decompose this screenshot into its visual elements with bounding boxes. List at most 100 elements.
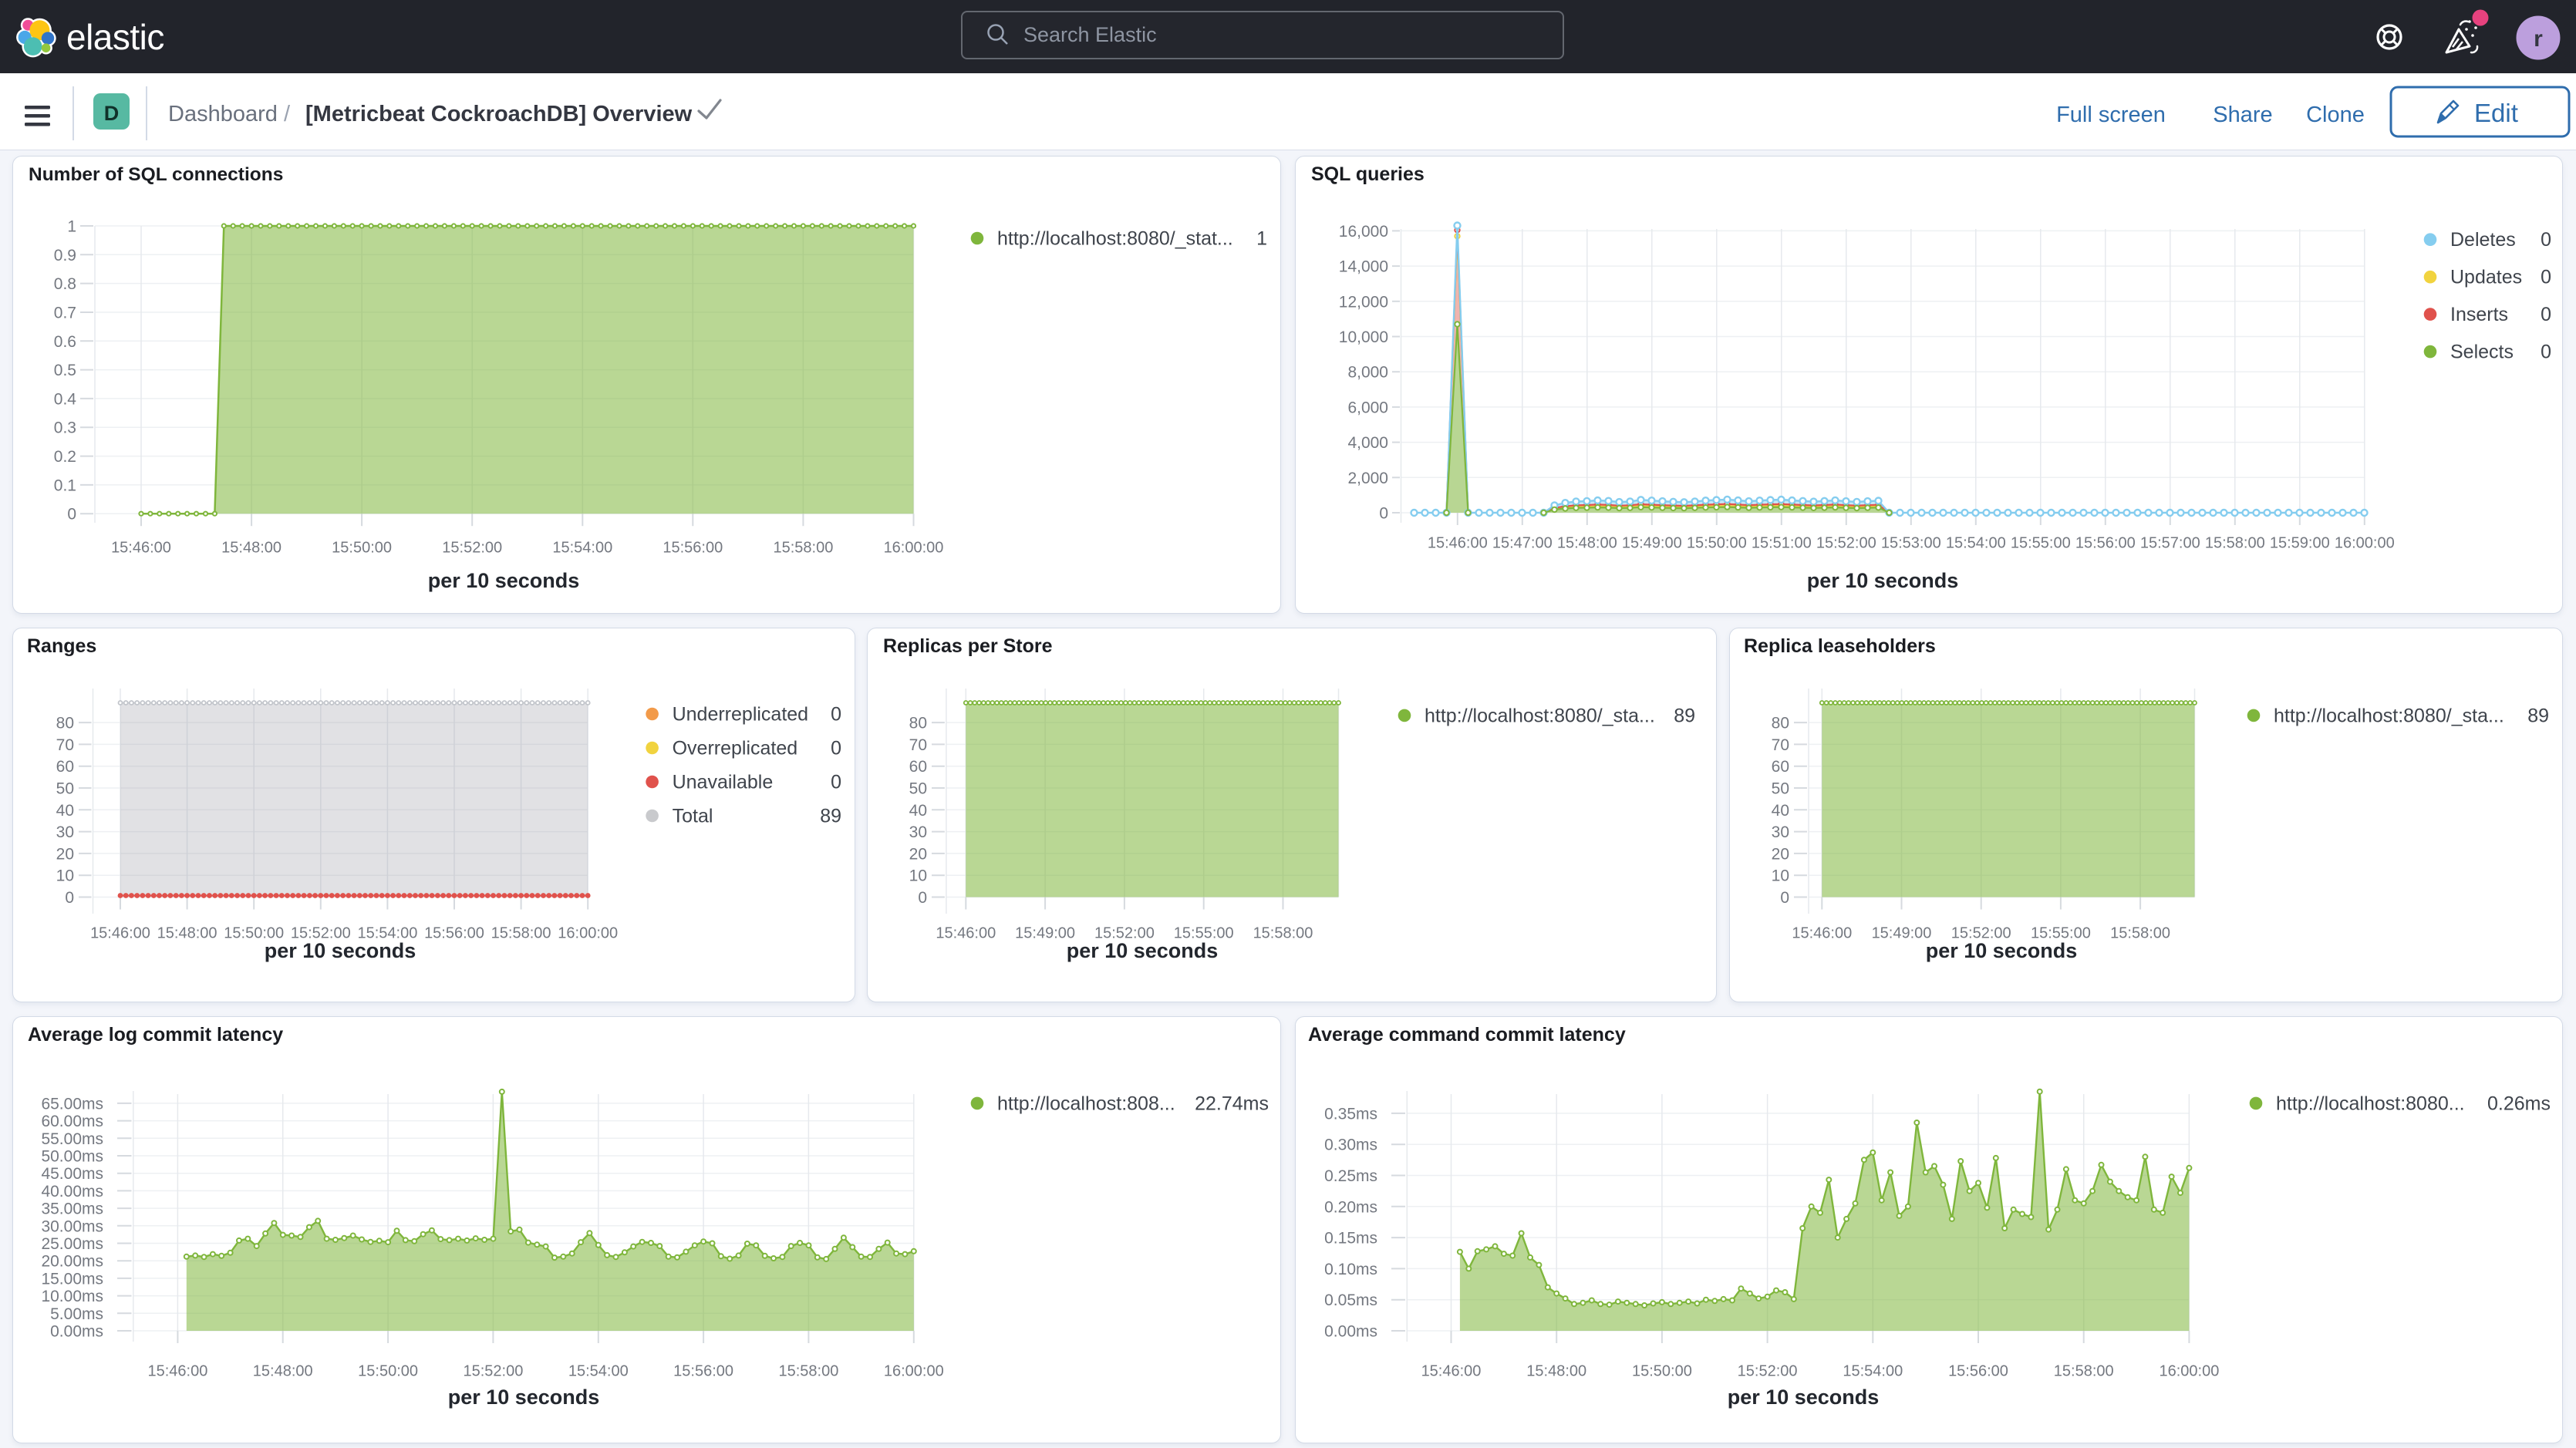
svg-text:0.3: 0.3 [54,419,76,437]
svg-text:15:48:00: 15:48:00 [1526,1363,1586,1380]
svg-text:0.00ms: 0.00ms [50,1323,103,1341]
svg-text:30.00ms: 30.00ms [41,1217,103,1235]
svg-text:15:50:00: 15:50:00 [1632,1363,1692,1380]
svg-text:50.00ms: 50.00ms [41,1148,103,1166]
svg-text:15:56:00: 15:56:00 [663,540,723,557]
svg-text:0: 0 [2541,267,2551,288]
svg-text:2,000: 2,000 [1347,470,1388,487]
svg-text:35.00ms: 35.00ms [41,1200,103,1218]
svg-text:Edit: Edit [2474,99,2518,127]
svg-text:8,000: 8,000 [1347,364,1388,382]
svg-text:40: 40 [56,802,74,820]
svg-text:Deletes: Deletes [2450,229,2516,251]
svg-text:0.2: 0.2 [54,448,76,466]
svg-text:20: 20 [909,845,927,863]
svg-text:5.00ms: 5.00ms [50,1305,103,1323]
svg-text:10: 10 [909,867,927,885]
svg-text:15:46:00: 15:46:00 [1792,925,1852,942]
svg-text:0.15ms: 0.15ms [1324,1230,1377,1248]
svg-text:http://localhost:8080...: http://localhost:8080... [2276,1093,2465,1114]
svg-text:89: 89 [1674,705,1695,726]
svg-text:per 10 seconds: per 10 seconds [1728,1386,1880,1409]
svg-text:15:54:00: 15:54:00 [1946,535,2006,552]
svg-text:89: 89 [820,806,841,827]
svg-text:15:46:00: 15:46:00 [147,1363,207,1380]
svg-text:http://localhost:8080/_stat...: http://localhost:8080/_stat... [997,228,1233,250]
svg-text:50: 50 [56,780,74,798]
svg-text:20: 20 [1772,845,1789,863]
svg-text:16:00:00: 16:00:00 [2335,535,2395,552]
svg-text:15:48:00: 15:48:00 [221,540,282,557]
svg-text:40.00ms: 40.00ms [41,1183,103,1200]
svg-text:0.30ms: 0.30ms [1324,1137,1377,1154]
svg-text:Updates: Updates [2450,267,2522,288]
svg-text:Share: Share [2213,103,2272,127]
svg-text:[Metricbeat CockroachDB] Overv: [Metricbeat CockroachDB] Overview [305,102,693,126]
svg-text:30: 30 [56,823,74,841]
svg-text:1: 1 [1256,228,1267,250]
svg-text:0: 0 [2541,229,2551,251]
svg-text:70: 70 [56,736,74,754]
svg-text:20.00ms: 20.00ms [41,1253,103,1271]
svg-text:15:56:00: 15:56:00 [673,1363,733,1380]
svg-text:0: 0 [2541,304,2551,325]
svg-text:Overreplicated: Overreplicated [673,738,798,759]
svg-text:15:56:00: 15:56:00 [2075,535,2136,552]
svg-text:10,000: 10,000 [1339,328,1388,346]
svg-text:15:49:00: 15:49:00 [1872,925,1932,942]
svg-text:0: 0 [1379,505,1388,523]
svg-text:per 10 seconds: per 10 seconds [1067,939,1219,962]
svg-text:15:58:00: 15:58:00 [1253,925,1313,942]
svg-text:Search Elastic: Search Elastic [1023,23,1157,46]
svg-text:15:52:00: 15:52:00 [1816,535,1876,552]
svg-text:15:57:00: 15:57:00 [2140,535,2200,552]
svg-text:70: 70 [909,736,927,754]
svg-text:Ranges: Ranges [27,635,96,657]
svg-text:30: 30 [1772,823,1789,841]
svg-text:16:00:00: 16:00:00 [884,540,944,557]
svg-text:per 10 seconds: per 10 seconds [265,939,416,962]
svg-text:0.35ms: 0.35ms [1324,1105,1377,1123]
svg-text:0: 0 [831,772,841,793]
svg-text:30: 30 [909,823,927,841]
svg-text:40: 40 [1772,802,1789,820]
svg-text:http://localhost:808...: http://localhost:808... [997,1093,1175,1114]
svg-text:15:50:00: 15:50:00 [358,1363,418,1380]
svg-text:15:48:00: 15:48:00 [1557,535,1617,552]
svg-text:50: 50 [909,780,927,798]
svg-text:0: 0 [831,704,841,726]
svg-text:45.00ms: 45.00ms [41,1165,103,1183]
svg-text:15:58:00: 15:58:00 [778,1363,838,1380]
svg-text:15:49:00: 15:49:00 [1622,535,1682,552]
svg-text:r: r [2534,26,2543,52]
svg-text:15:48:00: 15:48:00 [157,925,217,942]
svg-text:Clone: Clone [2306,103,2365,127]
svg-text:Total: Total [673,806,713,827]
svg-text:Underreplicated: Underreplicated [673,704,809,726]
svg-text:12,000: 12,000 [1339,293,1388,311]
svg-text:15:52:00: 15:52:00 [463,1363,523,1380]
svg-text:Inserts: Inserts [2450,304,2508,325]
svg-text:0.10ms: 0.10ms [1324,1261,1377,1278]
svg-text:0.5: 0.5 [54,362,76,379]
svg-text:15:46:00: 15:46:00 [936,925,996,942]
svg-text:15.00ms: 15.00ms [41,1270,103,1288]
svg-text:14,000: 14,000 [1339,258,1388,276]
svg-text:60: 60 [56,758,74,776]
svg-text:15:51:00: 15:51:00 [1752,535,1812,552]
svg-text:Number of SQL connections: Number of SQL connections [29,164,283,185]
svg-text:15:59:00: 15:59:00 [2270,535,2330,552]
svg-text:10: 10 [1772,867,1789,885]
svg-text:15:46:00: 15:46:00 [1421,1363,1482,1380]
svg-text:60: 60 [1772,758,1789,776]
svg-text:16,000: 16,000 [1339,223,1388,241]
svg-text:0.7: 0.7 [54,305,76,322]
svg-text:Replica leaseholders: Replica leaseholders [1744,635,1936,657]
svg-text:15:53:00: 15:53:00 [1881,535,1941,552]
svg-text:15:52:00: 15:52:00 [1738,1363,1798,1380]
svg-text:15:54:00: 15:54:00 [1843,1363,1903,1380]
svg-text:0.00ms: 0.00ms [1324,1323,1377,1341]
svg-text:15:46:00: 15:46:00 [1428,535,1488,552]
svg-text:0.20ms: 0.20ms [1324,1198,1377,1216]
svg-text:per 10 seconds: per 10 seconds [1807,569,1959,592]
